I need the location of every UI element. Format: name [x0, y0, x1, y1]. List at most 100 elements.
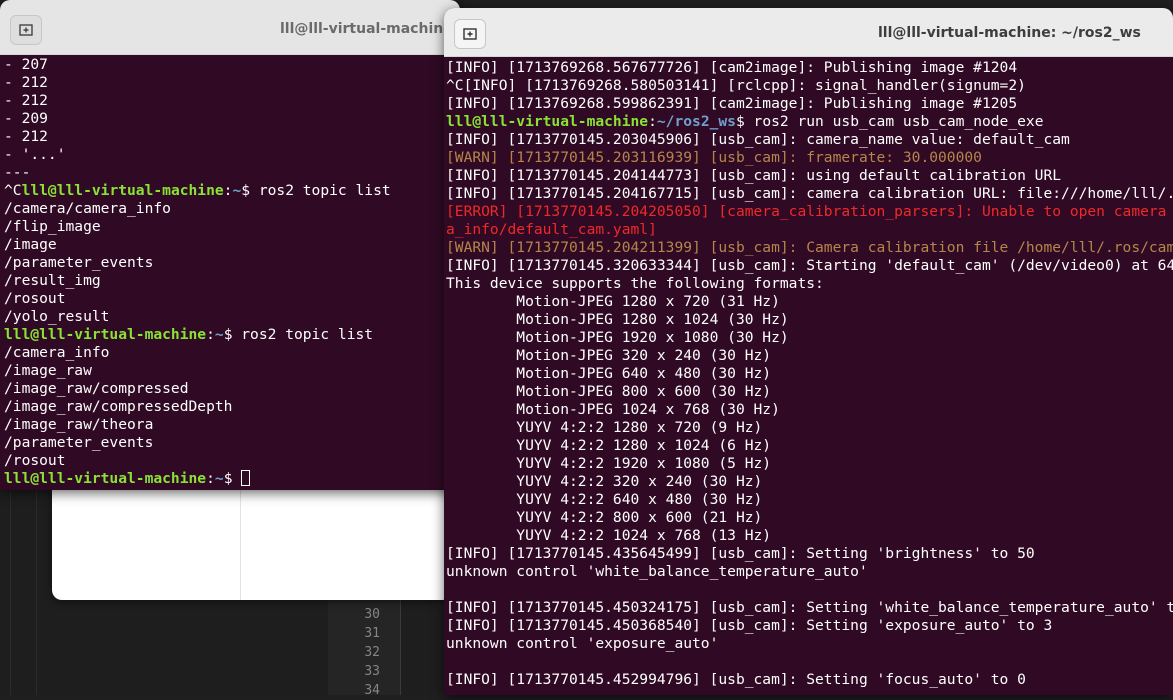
output-text: [INFO] [1713770145.450368540] [usb_cam]:… — [446, 617, 1053, 634]
output-text: - 209 — [4, 110, 48, 127]
output-line: Motion-JPEG 800 x 600 (30 Hz) — [446, 383, 1173, 401]
output-line: [INFO] [1713769268.567677726] [cam2image… — [446, 59, 1173, 77]
left-terminal-window[interactable]: lll@lll-virtual-machine: ~/ros2_ws - 207… — [0, 0, 460, 490]
terminal-cursor — [241, 470, 251, 486]
output-line: /result_img — [4, 272, 460, 290]
output-line: - 212 — [4, 92, 460, 110]
prompt-line: ^Clll@lll-virtual-machine:~$ ros2 topic … — [4, 182, 460, 200]
prompt-path: ~/ros2_ws — [656, 113, 736, 130]
prompt-line: lll@lll-virtual-machine:~/ros2_ws$ ros2 … — [446, 113, 1173, 131]
window-title: lll@lll-virtual-machine: ~/ros2_ws — [878, 25, 1141, 41]
output-line: - 207 — [4, 56, 460, 74]
right-terminal-window[interactable]: lll@lll-virtual-machine: ~/ros2_ws [INFO… — [444, 8, 1173, 695]
prompt-colon: : — [206, 470, 215, 487]
prompt-user-host: lll@lll-virtual-machine — [4, 470, 207, 487]
terminal-output[interactable]: [INFO] [1713769268.567677726] [cam2image… — [444, 59, 1173, 695]
output-text: Motion-JPEG 320 x 240 (30 Hz) — [446, 347, 772, 364]
output-line: [INFO] [1713770145.435645499] [usb_cam]:… — [446, 545, 1173, 563]
output-text: /yolo_result — [4, 308, 110, 325]
terminal-output[interactable]: - 207- 212- 212- 209- 212- '...' --- ^Clll… — [0, 56, 460, 490]
warning-line: [WARN] [1713770145.203116939] [usb_cam]:… — [446, 149, 1173, 167]
prompt-command: ros2 run usb_cam usb_cam_node_exe — [753, 113, 1044, 130]
prompt-dollar: $ — [223, 326, 242, 343]
output-line: /yolo_result — [4, 308, 460, 326]
prompt-line: lll@lll-virtual-machine:~$ — [4, 470, 460, 488]
output-line: YUYV 4:2:2 320 x 240 (30 Hz) — [446, 473, 1173, 491]
line-number: 34 — [364, 683, 380, 698]
output-line: /image_raw — [4, 362, 460, 380]
line-number: 30 — [364, 607, 380, 622]
prompt-dollar: $ — [241, 182, 259, 199]
output-line: YUYV 4:2:2 640 x 480 (30 Hz) — [446, 491, 1173, 509]
output-line: [INFO] [1713770145.452994796] [usb_cam]:… — [446, 671, 1173, 689]
output-text: [INFO] [1713769268.599862391] [cam2image… — [446, 95, 1018, 112]
prompt-user-host: lll@lll-virtual-machine — [21, 182, 224, 199]
prompt-prefix: ^C — [4, 182, 22, 199]
output-text: [WARN] [1713770145.203116939] [usb_cam]:… — [446, 149, 982, 166]
output-line: unknown control 'exposure_auto' — [446, 635, 1173, 653]
warning-line: [WARN] [1713770145.204211399] [usb_cam]:… — [446, 239, 1173, 257]
right-terminal-titlebar[interactable]: lll@lll-virtual-machine: ~/ros2_ws — [444, 8, 1173, 57]
output-text: --- — [4, 164, 31, 181]
output-line: /camera_info — [4, 344, 460, 362]
new-tab-icon — [463, 28, 477, 40]
output-text: YUYV 4:2:2 1024 x 768 (13 Hz) — [446, 527, 772, 544]
output-text: - 212 — [4, 92, 48, 109]
output-text: [ERROR] [1713770145.204205050] [camera_c… — [446, 203, 1167, 220]
output-line: --- — [4, 164, 460, 182]
output-line: Motion-JPEG 640 x 480 (30 Hz) — [446, 365, 1173, 383]
output-line: /parameter_events — [4, 434, 460, 452]
prompt-dollar: $ — [223, 470, 242, 487]
prompt-command: ros2 topic list — [241, 326, 374, 343]
output-line: [INFO] [1713770145.204167715] [usb_cam]:… — [446, 185, 1173, 203]
prompt-path: ~ — [214, 326, 224, 343]
error-line: a_info/default_cam.yaml] — [446, 221, 1173, 239]
line-number: 31 — [364, 626, 380, 641]
output-line: Motion-JPEG 1920 x 1080 (30 Hz) — [446, 329, 1173, 347]
new-tab-icon — [19, 24, 33, 36]
line-number: 33 — [364, 664, 380, 679]
output-text: /camera/camera_info — [4, 200, 171, 217]
output-line: [INFO] [1713770145.203045906] [usb_cam]:… — [446, 131, 1173, 149]
output-text: YUYV 4:2:2 320 x 240 (30 Hz) — [446, 473, 763, 490]
output-line: /image — [4, 236, 460, 254]
left-terminal-titlebar[interactable]: lll@lll-virtual-machine: ~/ros2_ws — [0, 0, 460, 55]
output-text: /image — [4, 236, 57, 253]
output-line: [INFO] [1713770145.320633344] [usb_cam]:… — [446, 257, 1173, 275]
output-line: /flip_image — [4, 218, 460, 236]
output-line: unknown control 'white_balance_temperatu… — [446, 563, 1173, 581]
output-text: a_info/default_cam.yaml] — [446, 221, 657, 238]
output-text: Motion-JPEG 1024 x 768 (30 Hz) — [446, 401, 780, 418]
prompt-command: ros2 topic list — [258, 182, 391, 199]
output-text: [INFO] [1713770145.204167715] [usb_cam]:… — [446, 185, 1173, 202]
output-line: - '...' — [4, 146, 460, 164]
output-text: /rosout — [4, 290, 66, 307]
new-tab-button[interactable] — [454, 19, 486, 49]
output-line: Motion-JPEG 1024 x 768 (30 Hz) — [446, 401, 1173, 419]
output-line: - 212 — [4, 74, 460, 92]
output-text: - 212 — [4, 74, 48, 91]
output-text: YUYV 4:2:2 640 x 480 (30 Hz) — [446, 491, 763, 508]
output-text: [INFO] [1713770145.452994796] [usb_cam]:… — [446, 671, 1026, 688]
new-tab-button[interactable] — [10, 15, 42, 45]
prompt-colon: : — [206, 326, 215, 343]
prompt-path: ~ — [232, 182, 242, 199]
output-line: /image_raw/theora — [4, 416, 460, 434]
output-text: YUYV 4:2:2 1280 x 1024 (6 Hz) — [446, 437, 772, 454]
output-line: /rosout — [4, 452, 460, 470]
output-line: [INFO] [1713769268.599862391] [cam2image… — [446, 95, 1173, 113]
output-line: Motion-JPEG 1280 x 1024 (30 Hz) — [446, 311, 1173, 329]
output-text: /flip_image — [4, 218, 101, 235]
output-text: Motion-JPEG 1920 x 1080 (30 Hz) — [446, 329, 789, 346]
output-line: This device supports the following forma… — [446, 275, 1173, 293]
output-line: /rosout — [4, 290, 460, 308]
output-line: [INFO] [1713770145.450324175] [usb_cam]:… — [446, 599, 1173, 617]
output-text: /parameter_events — [4, 254, 154, 271]
output-text: YUYV 4:2:2 800 x 600 (21 Hz) — [446, 509, 763, 526]
output-line: YUYV 4:2:2 1280 x 1024 (6 Hz) — [446, 437, 1173, 455]
output-text: [INFO] [1713770145.450324175] [usb_cam]:… — [446, 599, 1173, 616]
output-text: [WARN] [1713770145.204211399] [usb_cam]:… — [446, 239, 1173, 256]
editor-divider — [10, 480, 11, 695]
